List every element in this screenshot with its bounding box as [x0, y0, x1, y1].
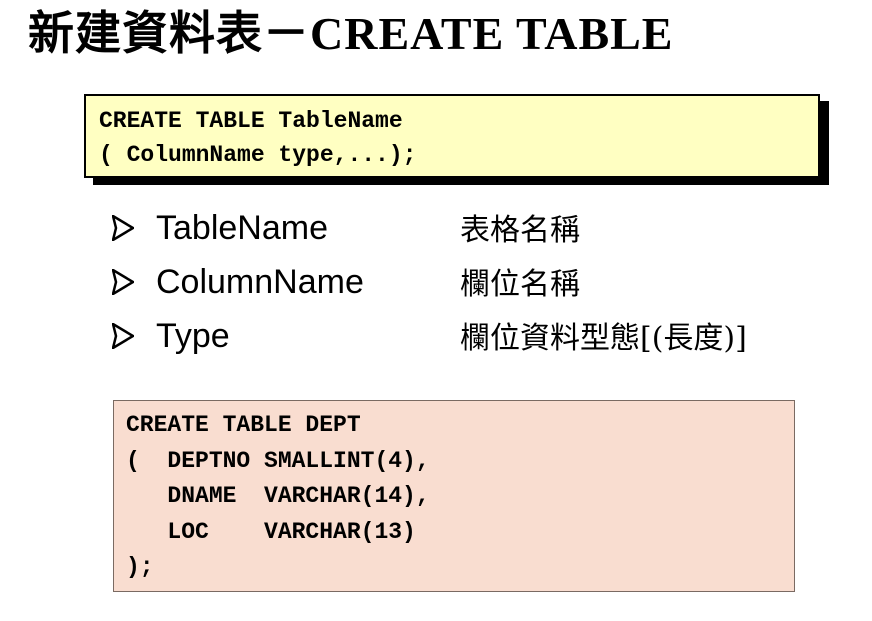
bullet-item-columnname: ColumnName 欄位名稱 [112, 259, 812, 313]
arrowhead-bullet-icon [112, 269, 134, 295]
example-line-1: CREATE TABLE DEPT [126, 412, 361, 438]
bullet-description: 欄位資料型態[(長度)] [460, 321, 747, 356]
example-code-box: CREATE TABLE DEPT ( DEPTNO SMALLINT(4), … [113, 400, 795, 592]
syntax-line-2: ( ColumnName type,...); [99, 142, 417, 168]
bullet-item-type: Type 欄位資料型態[(長度)] [112, 313, 812, 367]
bullet-list: TableName 表格名稱 ColumnName 欄位名稱 Type 欄位資料… [112, 205, 812, 367]
example-line-5: ); [126, 554, 154, 580]
example-line-4: LOC VARCHAR(13) [126, 518, 416, 545]
example-line-3: DNAME VARCHAR(14), [126, 483, 430, 509]
slide-title: 新建資料表－CREATE TABLE [28, 8, 674, 59]
bullet-item-tablename: TableName 表格名稱 [112, 205, 812, 259]
example-line-2: ( DEPTNO SMALLINT(4), [126, 447, 430, 474]
bullet-term: ColumnName [156, 263, 364, 301]
syntax-line-1: CREATE TABLE TableName [99, 108, 403, 134]
bullet-term: TableName [156, 209, 328, 247]
syntax-code-box: CREATE TABLE TableName ( ColumnName type… [84, 94, 820, 178]
bullet-description: 欄位名稱 [460, 267, 580, 302]
arrowhead-bullet-icon [112, 323, 134, 349]
bullet-description: 表格名稱 [460, 213, 580, 248]
arrowhead-bullet-icon [112, 215, 134, 241]
bullet-term: Type [156, 317, 230, 355]
